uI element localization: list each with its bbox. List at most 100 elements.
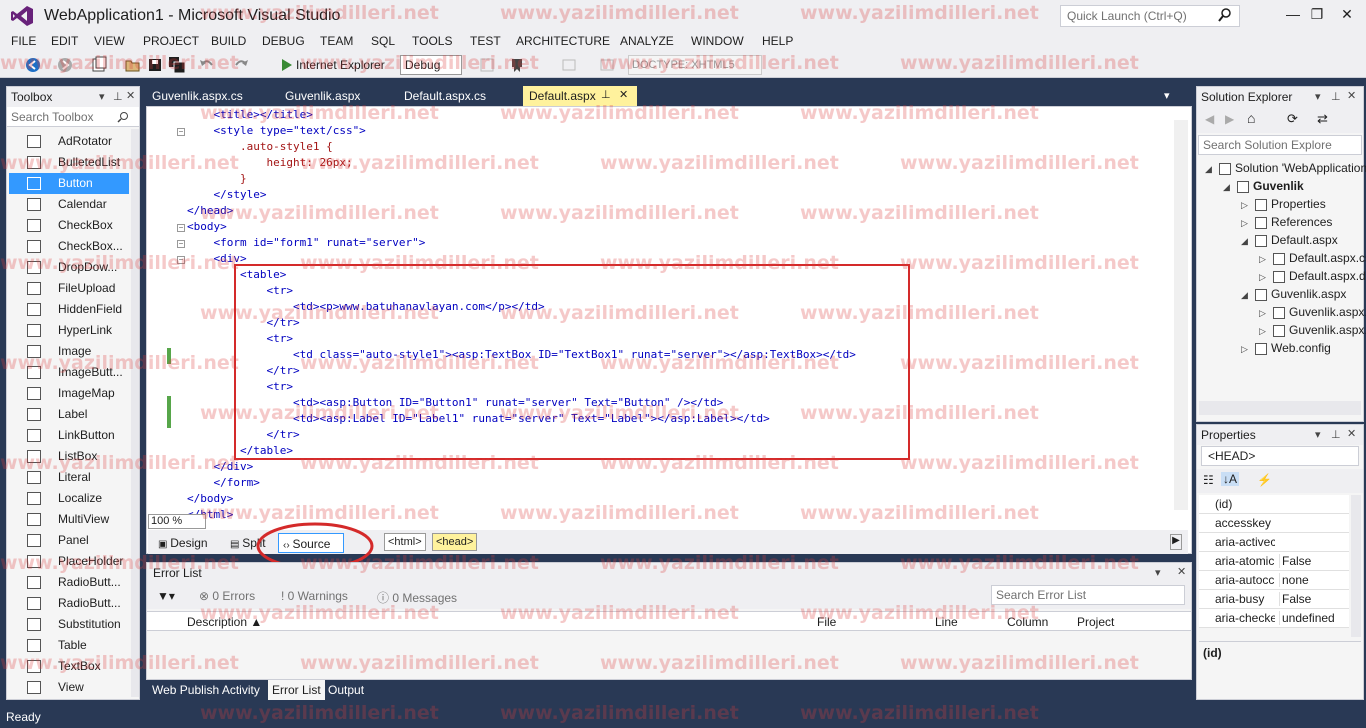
events-icon[interactable]: ⚡ <box>1257 473 1272 487</box>
comment-icon[interactable] <box>560 56 578 74</box>
property-row[interactable]: accesskey <box>1199 514 1349 533</box>
solution-node[interactable]: Default.aspx.cs <box>1289 251 1366 265</box>
pin-icon[interactable]: ⊥ <box>601 88 611 101</box>
property-row[interactable]: (id) <box>1199 495 1349 514</box>
toolbox-item[interactable]: ImageMap <box>9 383 129 404</box>
expand-icon[interactable]: ▷ <box>1259 254 1266 265</box>
pin-icon[interactable]: ⊥ <box>1331 428 1341 441</box>
toolbox-item[interactable]: Image <box>9 341 129 362</box>
toolbox-item[interactable]: Localize <box>9 488 129 509</box>
toolbox-item[interactable]: CheckBox... <box>9 236 129 257</box>
toolbox-item[interactable]: Button <box>9 173 129 194</box>
error-list-search-input[interactable]: Search Error List <box>991 585 1185 605</box>
tab-output[interactable]: Output <box>324 680 368 700</box>
menu-team[interactable]: TEAM <box>320 34 353 48</box>
uncomment-icon[interactable] <box>598 56 616 74</box>
menu-build[interactable]: BUILD <box>211 34 246 48</box>
save-icon[interactable] <box>146 56 164 74</box>
collapse-icon[interactable]: − <box>177 256 185 264</box>
column-column[interactable]: Column <box>1007 615 1048 629</box>
save-all-icon[interactable] <box>168 56 186 74</box>
property-row[interactable]: aria-busy False <box>1199 590 1349 609</box>
solution-node[interactable]: Properties <box>1271 197 1326 211</box>
toolbox-item[interactable]: ImageButt... <box>9 362 129 383</box>
toolbox-item[interactable]: ListBox <box>9 446 129 467</box>
navigate-forward-icon[interactable] <box>56 56 74 74</box>
tab-default-aspx[interactable]: Default.aspx ⊥ ✕ <box>523 86 637 106</box>
solution-search-input[interactable]: Search Solution Explore <box>1198 135 1362 155</box>
menu-sql[interactable]: SQL <box>371 34 395 48</box>
bookmark-icon[interactable] <box>508 56 526 74</box>
menu-project[interactable]: PROJECT <box>143 34 199 48</box>
property-row[interactable]: aria-autocc none <box>1199 571 1349 590</box>
messages-filter-button[interactable]: ⓘ 0 Messages <box>377 589 457 606</box>
property-value[interactable]: none <box>1279 573 1349 587</box>
toolbox-scrollbar[interactable] <box>131 129 139 697</box>
expand-icon[interactable]: ▷ <box>1259 308 1266 319</box>
menu-tools[interactable]: TOOLS <box>412 34 452 48</box>
undo-icon[interactable] <box>198 56 216 74</box>
warnings-filter-button[interactable]: ! 0 Warnings <box>281 589 348 603</box>
toolbox-item[interactable]: Table <box>9 635 129 656</box>
maximize-button[interactable]: ❐ <box>1304 4 1330 26</box>
toolbox-item[interactable]: Calendar <box>9 194 129 215</box>
solution-node[interactable]: Solution 'WebApplication <box>1235 161 1366 175</box>
filter-icon[interactable]: ▼▾ <box>157 589 175 603</box>
toolbox-item[interactable]: FileUpload <box>9 278 129 299</box>
solution-node[interactable]: Default.aspx.de <box>1289 269 1366 283</box>
doctype-dropdown[interactable]: DOCTYPE: XHTML5 <box>628 55 762 75</box>
menu-window[interactable]: WINDOW <box>691 34 744 48</box>
expand-icon[interactable]: ▷ <box>1259 272 1266 283</box>
refresh-icon[interactable]: ⇄ <box>1317 111 1328 127</box>
expand-icon[interactable]: ▷ <box>1241 344 1248 355</box>
property-row[interactable]: aria-activec <box>1199 533 1349 552</box>
tab-error-list[interactable]: Error List <box>268 680 325 700</box>
toolbox-item[interactable]: TextBox <box>9 656 129 677</box>
toolbox-item[interactable]: Label <box>9 404 129 425</box>
navigate-back-icon[interactable] <box>24 56 42 74</box>
expand-icon[interactable]: ▷ <box>1259 326 1266 337</box>
tab-dropdown-icon[interactable]: ▾ <box>1164 89 1170 102</box>
solution-node[interactable]: Guvenlik <box>1253 179 1304 193</box>
quick-launch-input[interactable]: Quick Launch (Ctrl+Q) <box>1060 5 1240 27</box>
pin-icon[interactable]: ⊥ <box>113 90 123 103</box>
expand-icon[interactable]: ▷ <box>1241 218 1248 229</box>
solution-node[interactable]: References <box>1271 215 1332 229</box>
dropdown-arrow-icon[interactable]: ▾ <box>99 90 105 103</box>
toolbox-item[interactable]: DropDow... <box>9 257 129 278</box>
menu-test[interactable]: TEST <box>470 34 501 48</box>
alphabetical-icon[interactable]: ↓A <box>1221 472 1240 486</box>
toolbox-item[interactable]: HyperLink <box>9 320 129 341</box>
minimize-button[interactable]: — <box>1280 4 1306 26</box>
open-file-icon[interactable] <box>124 56 142 74</box>
menu-file[interactable]: FILE <box>11 34 36 48</box>
property-value[interactable]: False <box>1279 554 1349 568</box>
close-panel-icon[interactable]: ✕ <box>1347 89 1356 102</box>
dropdown-arrow-icon[interactable]: ▾ <box>1315 428 1321 441</box>
menu-edit[interactable]: EDIT <box>51 34 78 48</box>
design-view-button[interactable]: ▣ Design <box>154 533 212 553</box>
breadcrumb-html[interactable]: <html> <box>384 533 426 551</box>
redo-icon[interactable] <box>232 56 250 74</box>
object-selector-dropdown[interactable]: <HEAD> <box>1201 446 1359 466</box>
browser-dropdown[interactable]: Internet Explorer <box>296 55 385 75</box>
toolbox-item[interactable]: CheckBox <box>9 215 129 236</box>
dropdown-arrow-icon[interactable]: ▾ <box>1315 90 1321 103</box>
toolbar-disabled-icon[interactable] <box>478 56 496 74</box>
solution-node[interactable]: Web.config <box>1271 341 1331 355</box>
collapse-icon[interactable]: − <box>177 128 185 136</box>
editor-vertical-scrollbar[interactable] <box>1174 120 1188 510</box>
toolbox-item[interactable]: BulletedList <box>9 152 129 173</box>
solution-horizontal-scrollbar[interactable] <box>1199 401 1361 415</box>
toolbox-item[interactable]: RadioButt... <box>9 593 129 614</box>
menu-view[interactable]: VIEW <box>94 34 125 48</box>
menu-help[interactable]: HELP <box>762 34 793 48</box>
tab-web-publish-activity[interactable]: Web Publish Activity <box>148 680 264 700</box>
search-icon[interactable] <box>1218 8 1234 24</box>
start-debugging-icon[interactable] <box>278 56 296 74</box>
breadcrumb-head[interactable]: <head> <box>432 533 478 551</box>
property-value[interactable]: undefined <box>1279 611 1349 625</box>
close-tab-icon[interactable]: ✕ <box>619 88 628 101</box>
toolbox-item[interactable]: MultiView <box>9 509 129 530</box>
sync-icon[interactable]: ⟳ <box>1287 111 1298 127</box>
